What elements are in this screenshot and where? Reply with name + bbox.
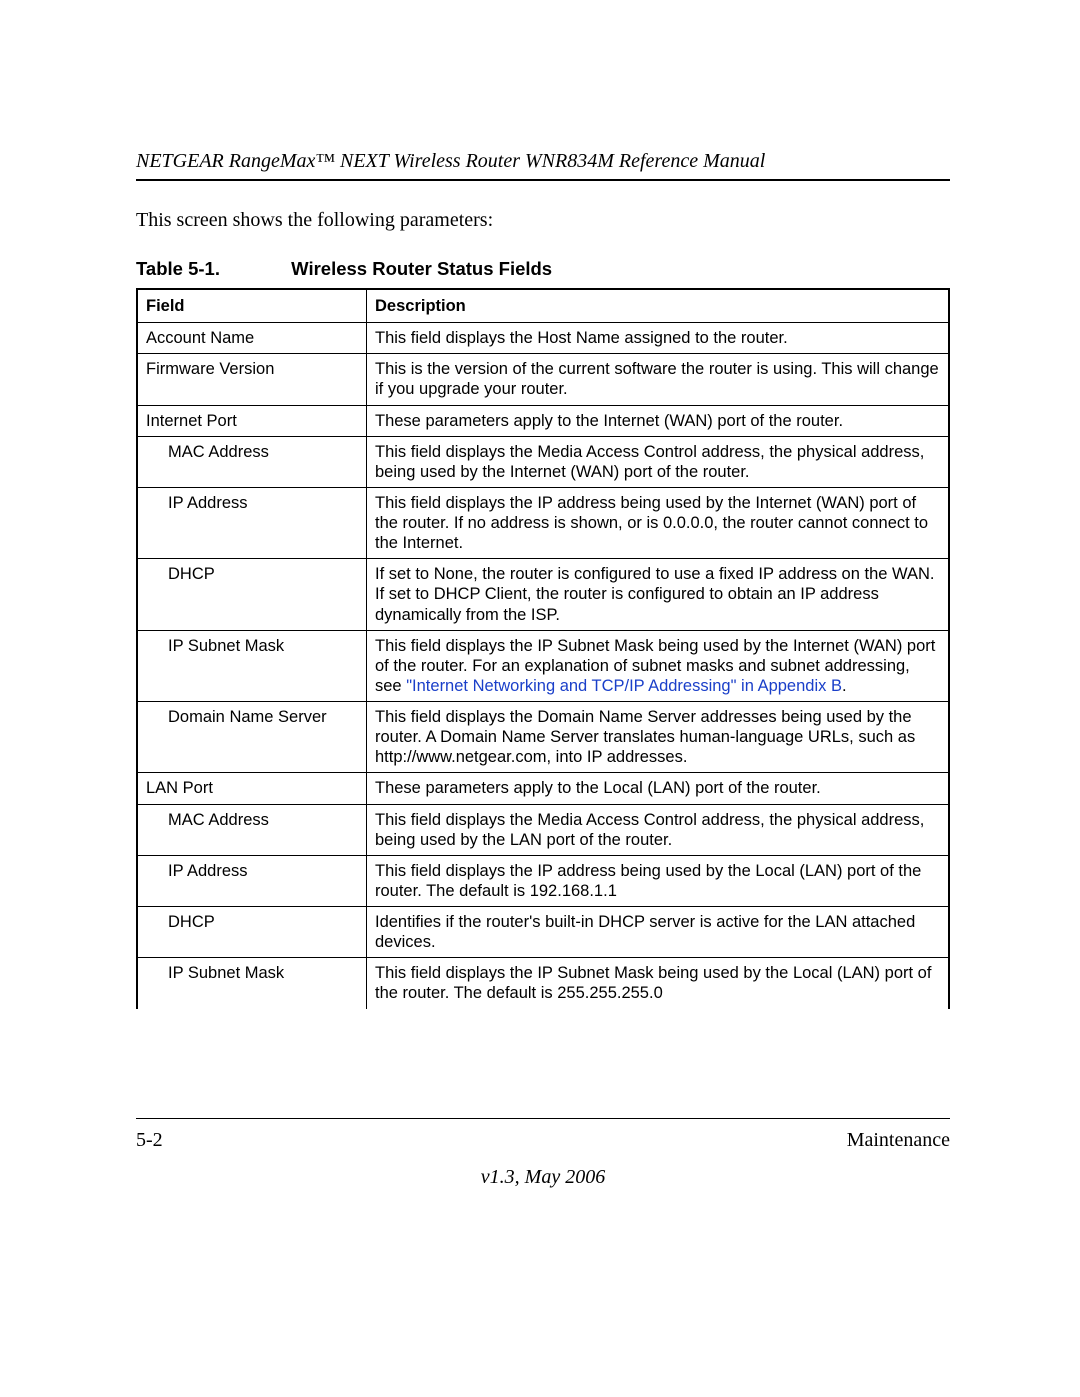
desc-cell: This field displays the IP address being…: [367, 855, 950, 906]
status-table: Field Description Account NameThis field…: [136, 288, 950, 1009]
table-header-row: Field Description: [137, 289, 949, 323]
field-cell: Domain Name Server: [137, 702, 367, 773]
field-cell: Internet Port: [137, 405, 367, 436]
doc-version: v1.3, May 2006: [136, 1166, 950, 1189]
table-row: Internet PortThese parameters apply to t…: [137, 405, 949, 436]
intro-text: This screen shows the following paramete…: [136, 209, 950, 232]
table-row: IP AddressThis field displays the IP add…: [137, 487, 949, 558]
running-header: NETGEAR RangeMax™ NEXT Wireless Router W…: [136, 150, 950, 173]
desc-cell: If set to None, the router is configured…: [367, 559, 950, 630]
table-row: IP AddressThis field displays the IP add…: [137, 855, 949, 906]
table-label: Table 5-1.: [136, 258, 286, 280]
desc-cell: Identifies if the router's built-in DHCP…: [367, 907, 950, 958]
desc-cell: This field displays the Domain Name Serv…: [367, 702, 950, 773]
table-row: IP Subnet MaskThis field displays the IP…: [137, 630, 949, 701]
field-cell: LAN Port: [137, 773, 367, 804]
table-row: MAC AddressThis field displays the Media…: [137, 436, 949, 487]
table-row: DHCPIdentifies if the router's built-in …: [137, 907, 949, 958]
header-rule: [136, 179, 950, 181]
desc-cell: This field displays the IP address being…: [367, 487, 950, 558]
field-cell: IP Address: [137, 855, 367, 906]
page-number: 5-2: [136, 1129, 163, 1152]
table-row: IP Subnet MaskThis field displays the IP…: [137, 958, 949, 1009]
field-cell: MAC Address: [137, 436, 367, 487]
field-cell: IP Subnet Mask: [137, 958, 367, 1009]
field-cell: IP Subnet Mask: [137, 630, 367, 701]
table-row: Firmware VersionThis is the version of t…: [137, 354, 949, 405]
table-caption: Table 5-1. Wireless Router Status Fields: [136, 258, 950, 280]
table-row: Account NameThis field displays the Host…: [137, 323, 949, 354]
field-cell: Firmware Version: [137, 354, 367, 405]
table-row: LAN PortThese parameters apply to the Lo…: [137, 773, 949, 804]
col-header-desc: Description: [367, 289, 950, 323]
page-footer: 5-2 Maintenance v1.3, May 2006: [136, 1118, 950, 1189]
table-row: Domain Name ServerThis field displays th…: [137, 702, 949, 773]
table-row: MAC AddressThis field displays the Media…: [137, 804, 949, 855]
cross-ref-link[interactable]: "Internet Networking and TCP/IP Addressi…: [406, 677, 842, 695]
table-row: DHCPIf set to None, the router is config…: [137, 559, 949, 630]
field-cell: Account Name: [137, 323, 367, 354]
desc-cell: This field displays the Host Name assign…: [367, 323, 950, 354]
field-cell: IP Address: [137, 487, 367, 558]
desc-cell: This field displays the IP Subnet Mask b…: [367, 958, 950, 1009]
field-cell: DHCP: [137, 907, 367, 958]
desc-cell: This field displays the Media Access Con…: [367, 436, 950, 487]
desc-cell: These parameters apply to the Local (LAN…: [367, 773, 950, 804]
table-title: Wireless Router Status Fields: [291, 258, 552, 279]
desc-cell: This is the version of the current softw…: [367, 354, 950, 405]
section-name: Maintenance: [847, 1129, 950, 1152]
desc-cell: This field displays the Media Access Con…: [367, 804, 950, 855]
field-cell: DHCP: [137, 559, 367, 630]
field-cell: MAC Address: [137, 804, 367, 855]
desc-cell: These parameters apply to the Internet (…: [367, 405, 950, 436]
col-header-field: Field: [137, 289, 367, 323]
page: NETGEAR RangeMax™ NEXT Wireless Router W…: [0, 0, 1080, 1397]
footer-rule: [136, 1118, 950, 1119]
desc-cell: This field displays the IP Subnet Mask b…: [367, 630, 950, 701]
